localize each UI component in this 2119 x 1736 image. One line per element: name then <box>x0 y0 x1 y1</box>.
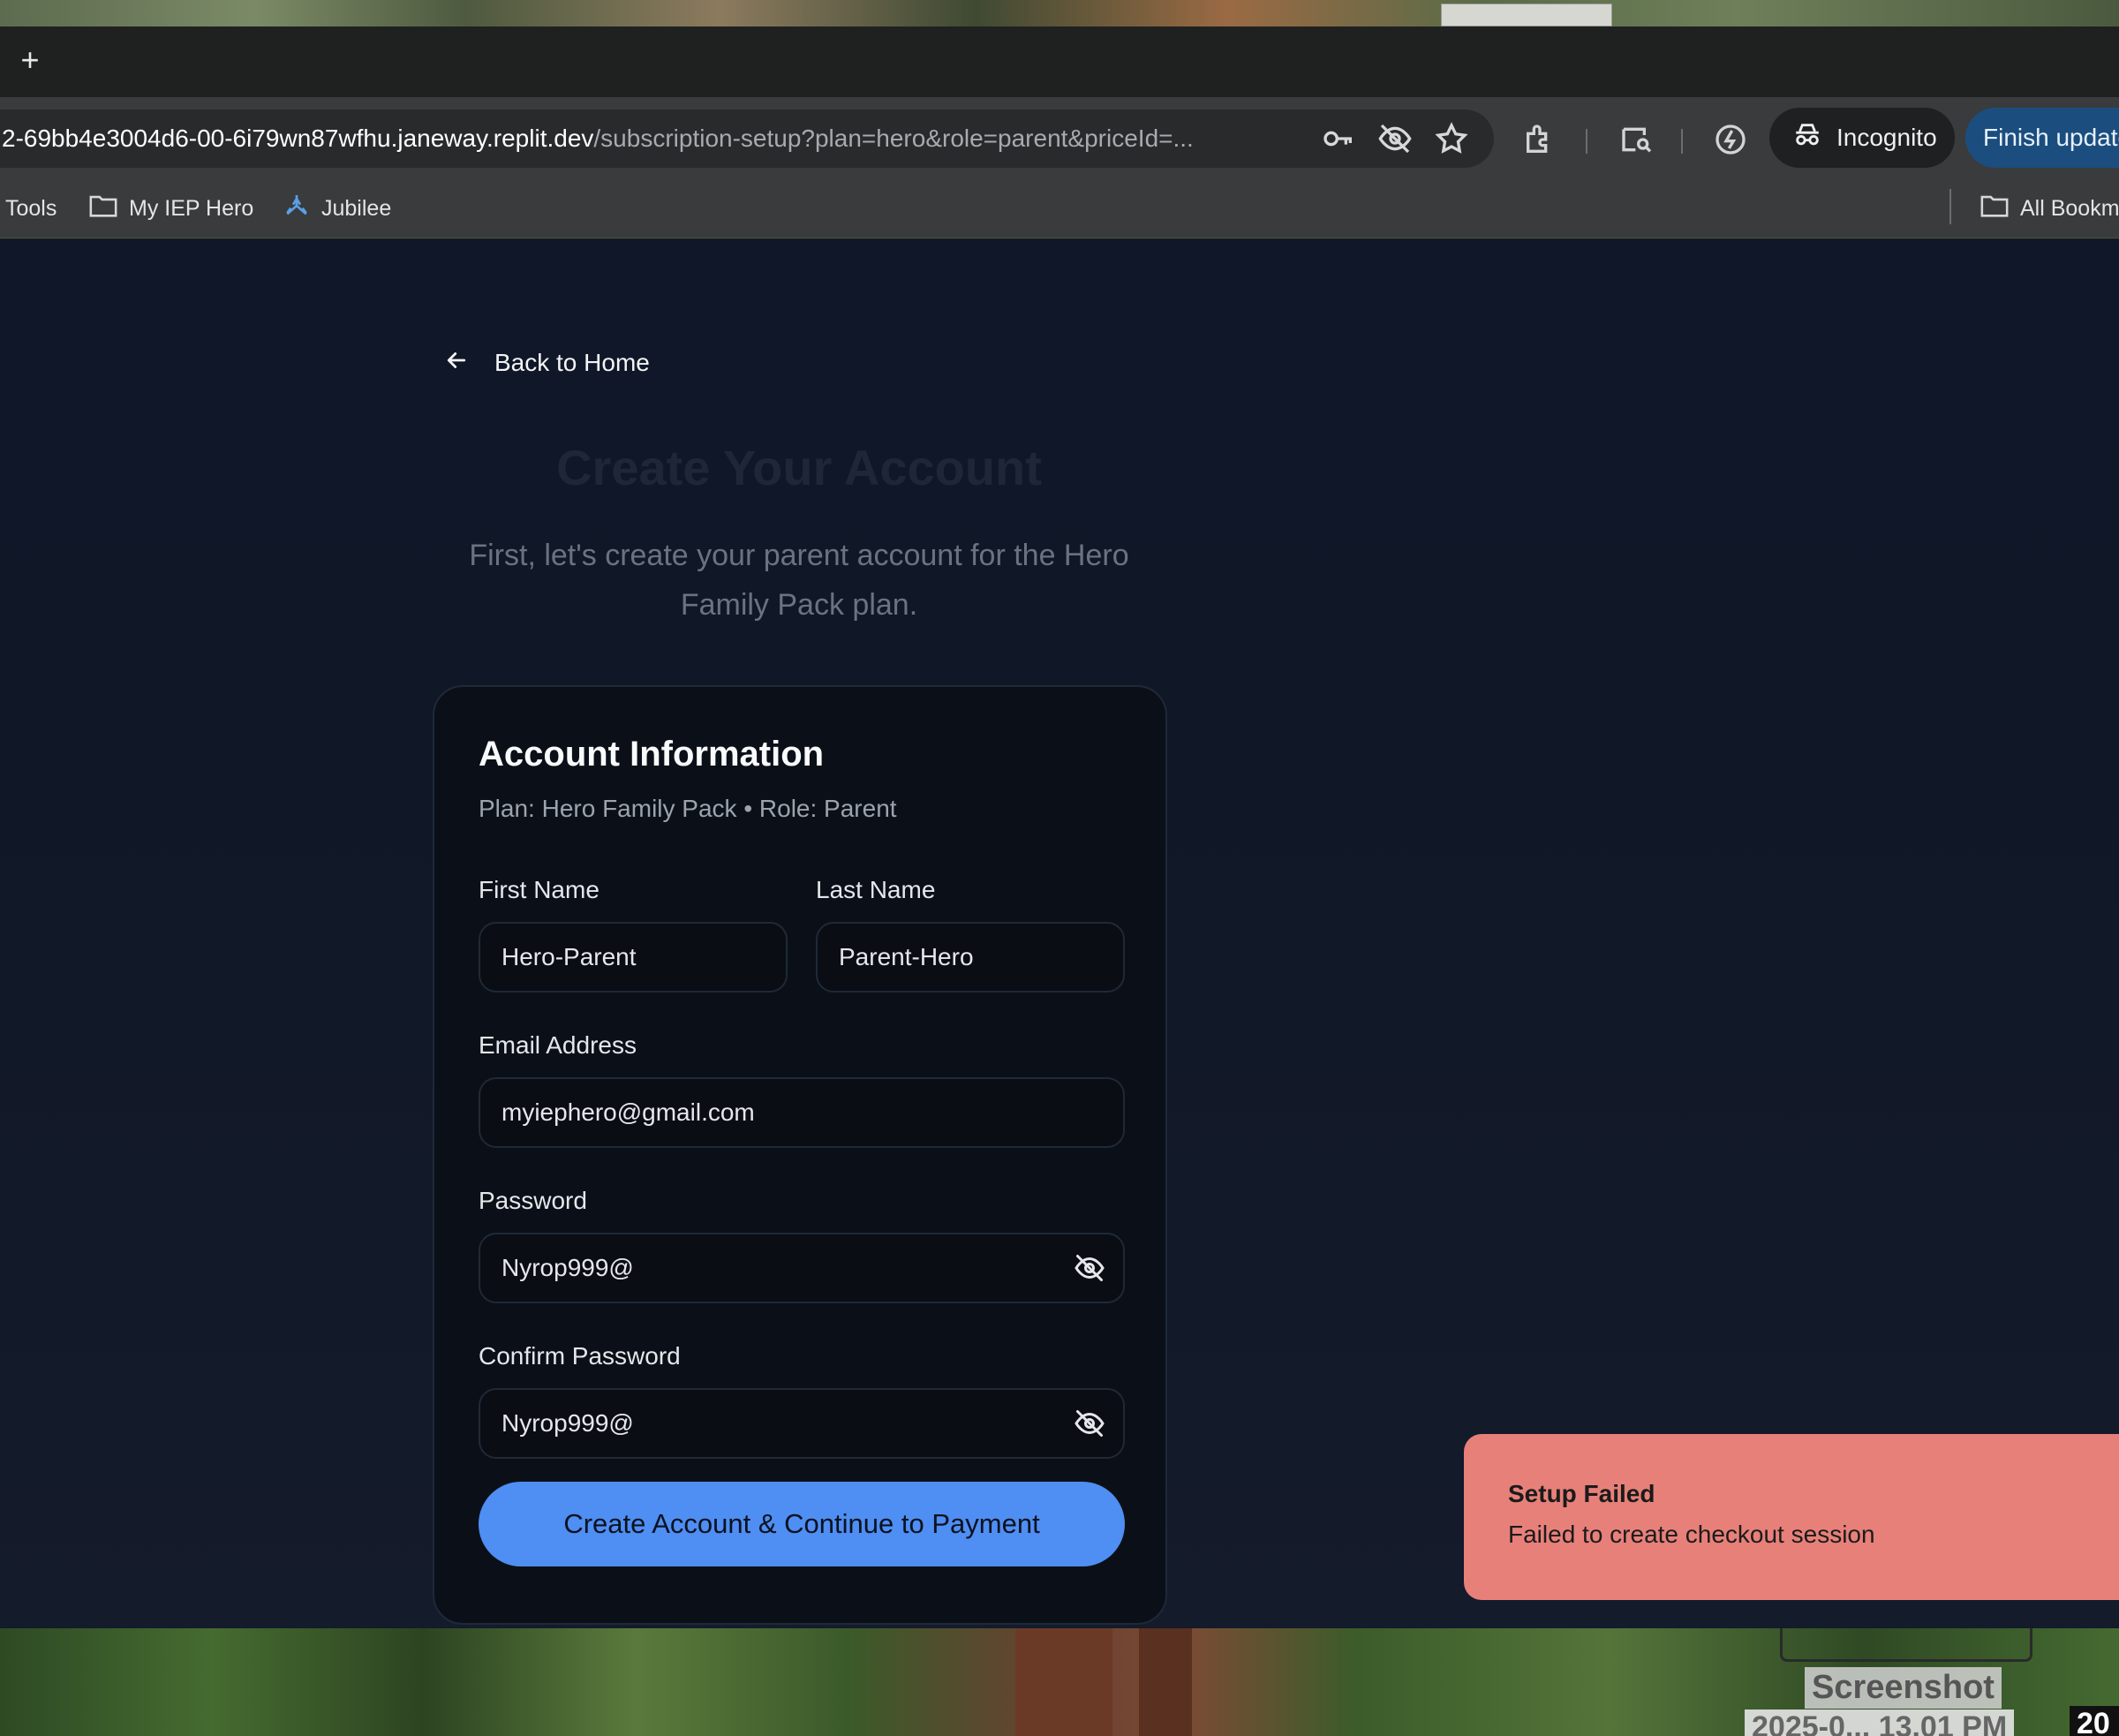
email-label: Email Address <box>479 1031 637 1059</box>
jubilee-logo-icon <box>283 192 311 226</box>
eye-off-icon[interactable] <box>1377 121 1413 156</box>
toast-description: Failed to create checkout session <box>1508 1521 1875 1548</box>
eye-off-icon[interactable] <box>1074 1408 1105 1439</box>
bookmark-label: Tools <box>5 195 57 221</box>
password-value: Nyrop999@ <box>501 1254 634 1281</box>
password-key-icon[interactable] <box>1321 121 1356 156</box>
finish-update-button[interactable]: Finish update <box>1965 108 2119 168</box>
last-name-value: Parent-Hero <box>839 943 974 970</box>
all-bookmarks-folder[interactable]: All Bookmarks <box>1979 191 2119 226</box>
toolbar-separator <box>1586 129 1587 154</box>
password-input[interactable]: Nyrop999@ <box>479 1233 1125 1303</box>
url-path: /subscription-setup?plan=hero&role=paren… <box>593 125 1194 152</box>
email-input[interactable]: myiephero@gmail.com <box>479 1077 1125 1148</box>
confirm-password-label: Confirm Password <box>479 1342 681 1370</box>
email-value: myiephero@gmail.com <box>501 1098 755 1126</box>
bookmarks-separator <box>1949 189 1951 224</box>
account-information-card: Account Information Plan: Hero Family Pa… <box>433 685 1167 1625</box>
last-name-input[interactable]: Parent-Hero <box>816 922 1125 993</box>
bookmarks-bar: Tools My IEP Hero Jubilee All Bookmarks <box>0 178 2119 238</box>
bookmark-label: All Bookmarks <box>2020 195 2119 221</box>
plan-role-summary: Plan: Hero Family Pack • Role: Parent <box>479 795 897 822</box>
password-label: Password <box>479 1187 587 1214</box>
page-subtitle: First, let's create your parent account … <box>469 539 1129 622</box>
tab-search-icon[interactable] <box>1619 122 1655 157</box>
confirm-password-input[interactable]: Nyrop999@ <box>479 1388 1125 1459</box>
folder-icon <box>1979 192 2010 225</box>
address-bar[interactable]: 2-69bb4e3004d6-00-6i79wn87wfhu.janeway.r… <box>0 109 1494 168</box>
back-to-home-link[interactable]: Back to Home <box>443 341 650 385</box>
desktop-screenshot-year: 20 <box>2070 1706 2119 1736</box>
incognito-profile-button[interactable]: Incognito <box>1769 108 1955 168</box>
bookmark-label: My IEP Hero <box>129 195 254 221</box>
incognito-icon <box>1792 120 1822 156</box>
bookmark-star-icon[interactable] <box>1434 121 1469 156</box>
url-host: 2-69bb4e3004d6-00-6i79wn87wfhu.janeway.r… <box>2 125 594 152</box>
bookmark-label: Jubilee <box>321 195 392 221</box>
browser-toolbar: 2-69bb4e3004d6-00-6i79wn87wfhu.janeway.r… <box>0 97 2119 178</box>
bookmark-tools[interactable]: Tools <box>5 191 57 226</box>
card-title: Account Information <box>479 735 825 774</box>
back-to-home-label: Back to Home <box>494 349 650 376</box>
first-name-input[interactable]: Hero-Parent <box>479 922 788 993</box>
desktop-screenshot-label[interactable]: Screenshot <box>1805 1667 2002 1709</box>
new-tab-button[interactable]: + <box>12 42 48 78</box>
confirm-password-value: Nyrop999@ <box>501 1409 634 1437</box>
arrow-left-icon <box>443 347 470 380</box>
last-name-label: Last Name <box>816 876 936 903</box>
incognito-label: Incognito <box>1836 124 1937 151</box>
extensions-puzzle-icon[interactable] <box>1522 122 1557 157</box>
url-text[interactable]: 2-69bb4e3004d6-00-6i79wn87wfhu.janeway.r… <box>2 109 1308 168</box>
toast-title: Setup Failed <box>1508 1480 1655 1507</box>
eye-off-icon[interactable] <box>1074 1252 1105 1284</box>
desktop-wallpaper-top <box>0 0 2119 26</box>
desktop-document-thumbnail <box>1441 4 1612 26</box>
folder-icon <box>88 192 118 225</box>
first-name-value: Hero-Parent <box>501 943 637 970</box>
bookmark-jubilee[interactable]: Jubilee <box>283 191 391 226</box>
desktop-screenshot-date: 2025-0... 13.01 PM <box>1745 1710 2015 1736</box>
first-name-label: First Name <box>479 876 600 903</box>
toolbar-separator <box>1681 129 1683 154</box>
browser-tab-bar: + <box>0 26 2119 97</box>
tree-trunk <box>1139 1628 1192 1736</box>
bookmark-my-iep-hero[interactable]: My IEP Hero <box>88 191 253 226</box>
page-title: Create Your Account <box>556 440 1042 495</box>
tree-trunk <box>1015 1628 1112 1736</box>
create-account-button[interactable]: Create Account & Continue to Payment <box>479 1482 1125 1566</box>
performance-leaf-icon[interactable] <box>1713 122 1748 157</box>
page-viewport: Back to Home Create Your Account First, … <box>0 239 2119 1628</box>
setup-failed-toast[interactable]: Setup Failed Failed to create checkout s… <box>1464 1434 2119 1600</box>
